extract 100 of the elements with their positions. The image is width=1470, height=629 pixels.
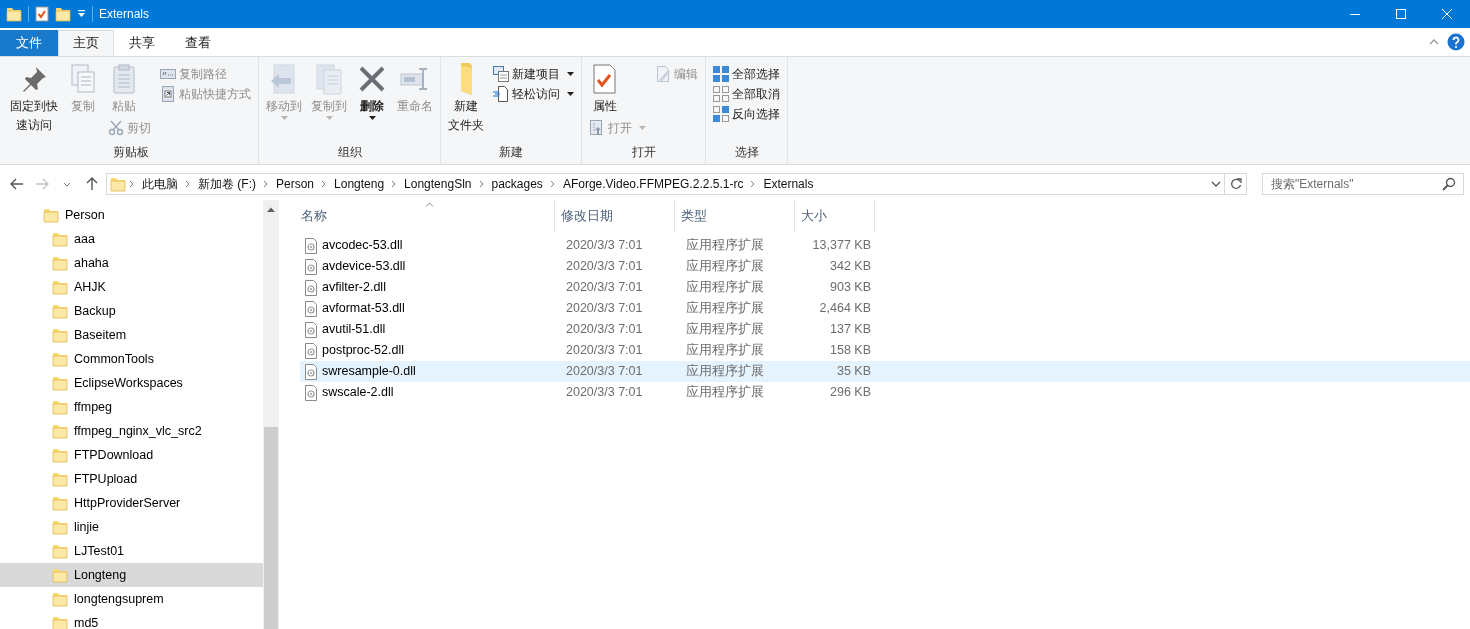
file-row[interactable]: swscale-2.dll 2020/3/3 7:01 应用程序扩展 296 KB [300, 382, 1470, 403]
tree-item[interactable]: Backup [0, 299, 263, 323]
column-header[interactable]: 大小 [795, 200, 875, 232]
file-date: 2020/3/3 7:01 [565, 342, 644, 360]
ribbon-tab[interactable]: 文件 [0, 30, 58, 56]
file-type: 应用程序扩展 [685, 384, 765, 402]
tree-item[interactable]: FTPDownload [0, 443, 263, 467]
help-button[interactable] [1445, 31, 1467, 53]
refresh-icon [1229, 178, 1242, 190]
group-label: 打开 [630, 144, 657, 161]
file-date: 2020/3/3 7:01 [565, 300, 644, 318]
breadcrumb[interactable]: 新加卷 (F:) [194, 175, 260, 193]
breadcrumb[interactable]: packages [487, 175, 547, 193]
breadcrumb[interactable]: LongtengSln [400, 175, 476, 193]
dropdown-icon [77, 10, 86, 18]
file-row[interactable]: avformat-53.dll 2020/3/3 7:01 应用程序扩展 2,464 KB [300, 298, 1470, 319]
file-row[interactable]: swresample-0.dll 2020/3/3 7:01 应用程序扩展 35 KB [300, 361, 1470, 382]
tree-item[interactable]: ffmpeg [0, 395, 263, 419]
dll-file-icon [304, 384, 318, 401]
file-size: 158 KB [829, 342, 872, 360]
file-row[interactable]: avfilter-2.dll 2020/3/3 7:01 应用程序扩展 903 KB [300, 277, 1470, 298]
ribbon-command[interactable]: 反向选择 [710, 104, 783, 124]
file-row[interactable]: avdevice-53.dll 2020/3/3 7:01 应用程序扩展 342 KB [300, 256, 1470, 277]
breadcrumb[interactable]: AForge.Video.FFMPEG.2.2.5.1-rc [558, 175, 748, 193]
close-icon [1442, 9, 1452, 19]
file-size: 296 KB [829, 384, 872, 402]
ribbon-command[interactable]: 新建项目 [490, 64, 577, 84]
file-type: 应用程序扩展 [685, 363, 765, 381]
up-arrow-icon [86, 177, 98, 191]
file-row[interactable]: avcodec-53.dll 2020/3/3 7:01 应用程序扩展 13,377 KB [300, 235, 1470, 256]
tree-item[interactable]: AHJK [0, 275, 263, 299]
file-date: 2020/3/3 7:01 [565, 258, 644, 276]
tree-item[interactable]: ahaha [0, 251, 263, 275]
folder-icon [52, 447, 68, 463]
search-icon [1442, 177, 1456, 191]
back-arrow-icon [10, 178, 24, 190]
window-title: Externals [99, 6, 151, 23]
ribbon-command[interactable]: 轻松访问 [490, 84, 577, 104]
tree-item[interactable]: Baseitem [0, 323, 263, 347]
folder-icon [52, 615, 68, 629]
tree-item[interactable]: LJTest01 [0, 539, 263, 563]
tree-item[interactable]: EclipseWorkspaces [0, 371, 263, 395]
tree-item[interactable]: longtengsuprem [0, 587, 263, 611]
maximize-icon [1396, 9, 1406, 19]
folder-icon [460, 63, 472, 95]
ribbon-command[interactable]: 全部取消 [710, 84, 783, 104]
tree-item[interactable]: aaa [0, 227, 263, 251]
tree-item[interactable]: FTPUpload [0, 467, 263, 491]
tree-item[interactable]: HttpProviderServer [0, 491, 263, 515]
forward-arrow-icon [35, 178, 49, 190]
file-size: 35 KB [835, 363, 872, 381]
tree-item[interactable]: Person [0, 203, 263, 227]
dll-file-icon [304, 237, 318, 254]
ribbon-command[interactable]: 删除 [353, 61, 391, 122]
file-size: 342 KB [829, 258, 872, 276]
scroll-up-icon [267, 207, 275, 212]
breadcrumb[interactable]: Longteng [330, 175, 389, 193]
folder-icon [52, 375, 68, 391]
tree-item[interactable]: CommonTools [0, 347, 263, 371]
tree-item[interactable]: ffmpeg_nginx_vlc_src2 [0, 419, 263, 443]
folder-icon [52, 327, 68, 343]
file-name: swresample-0.dll [300, 362, 560, 381]
breadcrumb[interactable]: Person [272, 175, 319, 193]
ribbon-tab[interactable]: 共享 [114, 30, 170, 56]
address-bar[interactable]: 此电脑 新加卷 (F:) Person Longteng LongtengSln packages AForge.Video.FFMPEG.2.2.5.1-rc Externals [106, 173, 1247, 195]
folder-icon [43, 207, 59, 223]
ribbon-tab[interactable]: 主页 [58, 30, 114, 56]
ribbon-command[interactable]: 固定到快 速访问 [7, 61, 61, 137]
folder-icon [52, 423, 68, 439]
search-field[interactable]: 搜索"Externals" [1262, 173, 1464, 195]
file-name: swscale-2.dll [300, 383, 560, 402]
column-header[interactable]: 类型 [675, 200, 795, 232]
file-type: 应用程序扩展 [685, 237, 765, 255]
column-header[interactable]: 名称 [295, 200, 555, 232]
file-size: 903 KB [829, 279, 872, 297]
column-header[interactable]: 修改日期 [555, 200, 675, 232]
tree-item[interactable]: Longteng [0, 563, 263, 587]
tree-item[interactable]: md5 [0, 611, 263, 629]
file-name: avutil-51.dll [300, 320, 560, 339]
file-size: 2,464 KB [818, 300, 872, 318]
file-row[interactable]: postproc-52.dll 2020/3/3 7:01 应用程序扩展 158 KB [300, 340, 1470, 361]
tree-item[interactable]: linjie [0, 515, 263, 539]
ribbon-command[interactable]: 属性 [586, 61, 624, 118]
folder-icon [52, 255, 68, 271]
folder-icon [52, 543, 68, 559]
file-row[interactable]: avutil-51.dll 2020/3/3 7:01 应用程序扩展 137 KB [300, 319, 1470, 340]
file-type: 应用程序扩展 [685, 279, 765, 297]
ribbon-command[interactable]: 全部选择 [710, 64, 783, 84]
breadcrumb[interactable]: 此电脑 [138, 175, 182, 193]
ribbon-command[interactable]: 新建 文件夹 [445, 61, 487, 137]
ribbon-tab[interactable]: 查看 [170, 30, 226, 56]
copy-to-icon [313, 63, 345, 95]
file-size: 137 KB [829, 321, 872, 339]
file-name: avfilter-2.dll [300, 278, 560, 297]
scrollbar-thumb[interactable] [264, 427, 278, 629]
scrollbar[interactable] [263, 200, 279, 629]
breadcrumb[interactable]: Externals [759, 175, 818, 193]
group-label: 新建 [498, 144, 524, 161]
folder-icon [52, 399, 68, 415]
edit-icon [655, 66, 671, 82]
